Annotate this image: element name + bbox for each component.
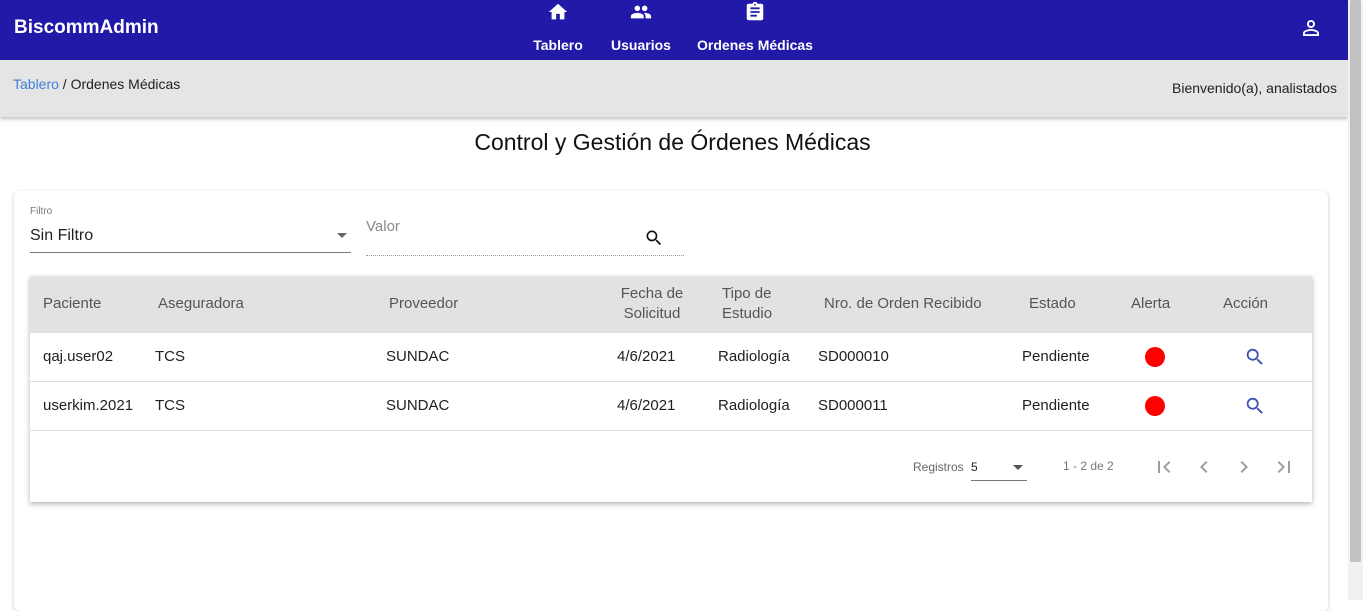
cell-paciente: qaj.user02 <box>43 348 114 365</box>
page-size-label: Registros <box>913 460 964 474</box>
scrollbar-thumb[interactable] <box>1350 0 1361 562</box>
view-order-button[interactable] <box>1244 346 1266 368</box>
home-icon <box>547 1 569 27</box>
alert-indicator-icon <box>1145 347 1165 367</box>
cell-fecha: 4/6/2021 <box>617 397 676 414</box>
chevron-right-icon <box>1240 461 1248 473</box>
cell-fecha: 4/6/2021 <box>617 348 676 365</box>
orders-card: Filtro Sin Filtro Paciente Aseguradora P… <box>14 191 1328 611</box>
breadcrumb-bar: Tablero / Ordenes Médicas Bienvenido(a),… <box>0 60 1348 117</box>
cell-estado: Pendiente <box>1022 348 1090 365</box>
page-scrollbar[interactable] <box>1348 0 1363 600</box>
page-size-select[interactable]: 5 <box>971 452 1027 481</box>
page-range: 1 - 2 de 2 <box>1063 459 1114 473</box>
first-page-icon <box>1158 461 1171 473</box>
nav-label-ordenes-medicas: Ordenes Médicas <box>697 37 813 53</box>
header-alerta[interactable]: Alerta <box>1131 294 1170 314</box>
page-title: Control y Gestión de Órdenes Médicas <box>474 129 871 155</box>
nav-label-tablero: Tablero <box>533 37 583 53</box>
search-button[interactable] <box>644 228 664 248</box>
header-accion: Acción <box>1223 295 1269 312</box>
page-size-value: 5 <box>971 460 978 474</box>
header-tipo-line1: Tipo de <box>722 285 772 302</box>
next-page-button[interactable] <box>1232 455 1256 479</box>
cell-paciente: userkim.2021 <box>43 397 134 414</box>
cell-proveedor: SUNDAC <box>386 348 450 365</box>
orders-table: Paciente Aseguradora Proveedor Fecha de … <box>30 276 1312 502</box>
cell-aseguradora: TCS <box>155 397 185 414</box>
header-proveedor[interactable]: Proveedor <box>389 294 458 314</box>
header-tipo-estudio[interactable]: Tipo de Estudio <box>722 284 772 324</box>
app-brand[interactable]: BiscommAdmin <box>14 17 159 39</box>
nav-item-ordenes-medicas[interactable]: Ordenes Médicas <box>697 0 813 60</box>
nav-item-usuarios[interactable]: Usuarios <box>610 0 672 60</box>
table-header: Paciente Aseguradora Proveedor Fecha de … <box>30 276 1312 333</box>
nav-item-tablero[interactable]: Tablero <box>532 0 584 60</box>
breadcrumb-separator: / <box>58 76 71 92</box>
chevron-left-icon <box>1200 461 1208 473</box>
clipboard-icon <box>744 1 766 27</box>
welcome-text: Bienvenido(a), analistados <box>1172 80 1337 96</box>
breadcrumb-link-tablero[interactable]: Tablero <box>13 76 59 92</box>
cell-orden: SD000010 <box>818 348 889 365</box>
header-aseguradora[interactable]: Aseguradora <box>158 294 244 314</box>
cell-proveedor: SUNDAC <box>386 397 450 414</box>
chevron-down-icon <box>337 233 347 238</box>
header-tipo-line2: Estudio <box>722 305 773 322</box>
chevron-down-icon <box>1013 465 1023 470</box>
table-row[interactable]: qaj.user02 TCS SUNDAC 4/6/2021 Radiologí… <box>30 333 1312 382</box>
cell-orden: SD000011 <box>818 397 888 414</box>
header-fecha-line2: Solicitud <box>623 305 681 322</box>
filter-value: Sin Filtro <box>30 227 94 244</box>
view-order-button[interactable] <box>1244 395 1266 417</box>
filter-select[interactable]: Filtro Sin Filtro <box>30 206 351 253</box>
top-app-bar: BiscommAdmin Tablero Usuarios Ordenes Mé… <box>0 0 1348 60</box>
nav-label-usuarios: Usuarios <box>611 37 671 53</box>
search-icon <box>1246 397 1263 414</box>
header-fecha-solicitud[interactable]: Fecha de Solicitud <box>616 284 688 324</box>
last-page-icon <box>1277 461 1290 473</box>
cell-estado: Pendiente <box>1022 397 1090 414</box>
cell-tipo: Radiología <box>718 348 790 365</box>
cell-tipo: Radiología <box>718 397 790 414</box>
first-page-button[interactable] <box>1152 455 1176 479</box>
header-paciente[interactable]: Paciente <box>43 294 101 314</box>
table-row[interactable]: userkim.2021 TCS SUNDAC 4/6/2021 Radiolo… <box>30 382 1312 431</box>
search-icon <box>646 230 662 246</box>
filter-label: Filtro <box>30 206 53 217</box>
alert-indicator-icon <box>1145 396 1165 416</box>
account-icon <box>1303 20 1319 36</box>
search-input[interactable] <box>366 218 636 235</box>
account-button[interactable] <box>1299 16 1323 40</box>
last-page-button[interactable] <box>1272 455 1296 479</box>
breadcrumb: Tablero / Ordenes Médicas <box>13 76 180 92</box>
header-fecha-line1: Fecha de <box>620 285 684 302</box>
previous-page-button[interactable] <box>1192 455 1216 479</box>
header-estado[interactable]: Estado <box>1029 294 1076 314</box>
search-field <box>366 216 684 256</box>
cell-aseguradora: TCS <box>155 348 185 365</box>
users-icon <box>629 1 653 27</box>
breadcrumb-current: Ordenes Médicas <box>70 76 181 92</box>
header-orden[interactable]: Nro. de Orden Recibido <box>824 294 982 314</box>
search-icon <box>1246 348 1263 365</box>
